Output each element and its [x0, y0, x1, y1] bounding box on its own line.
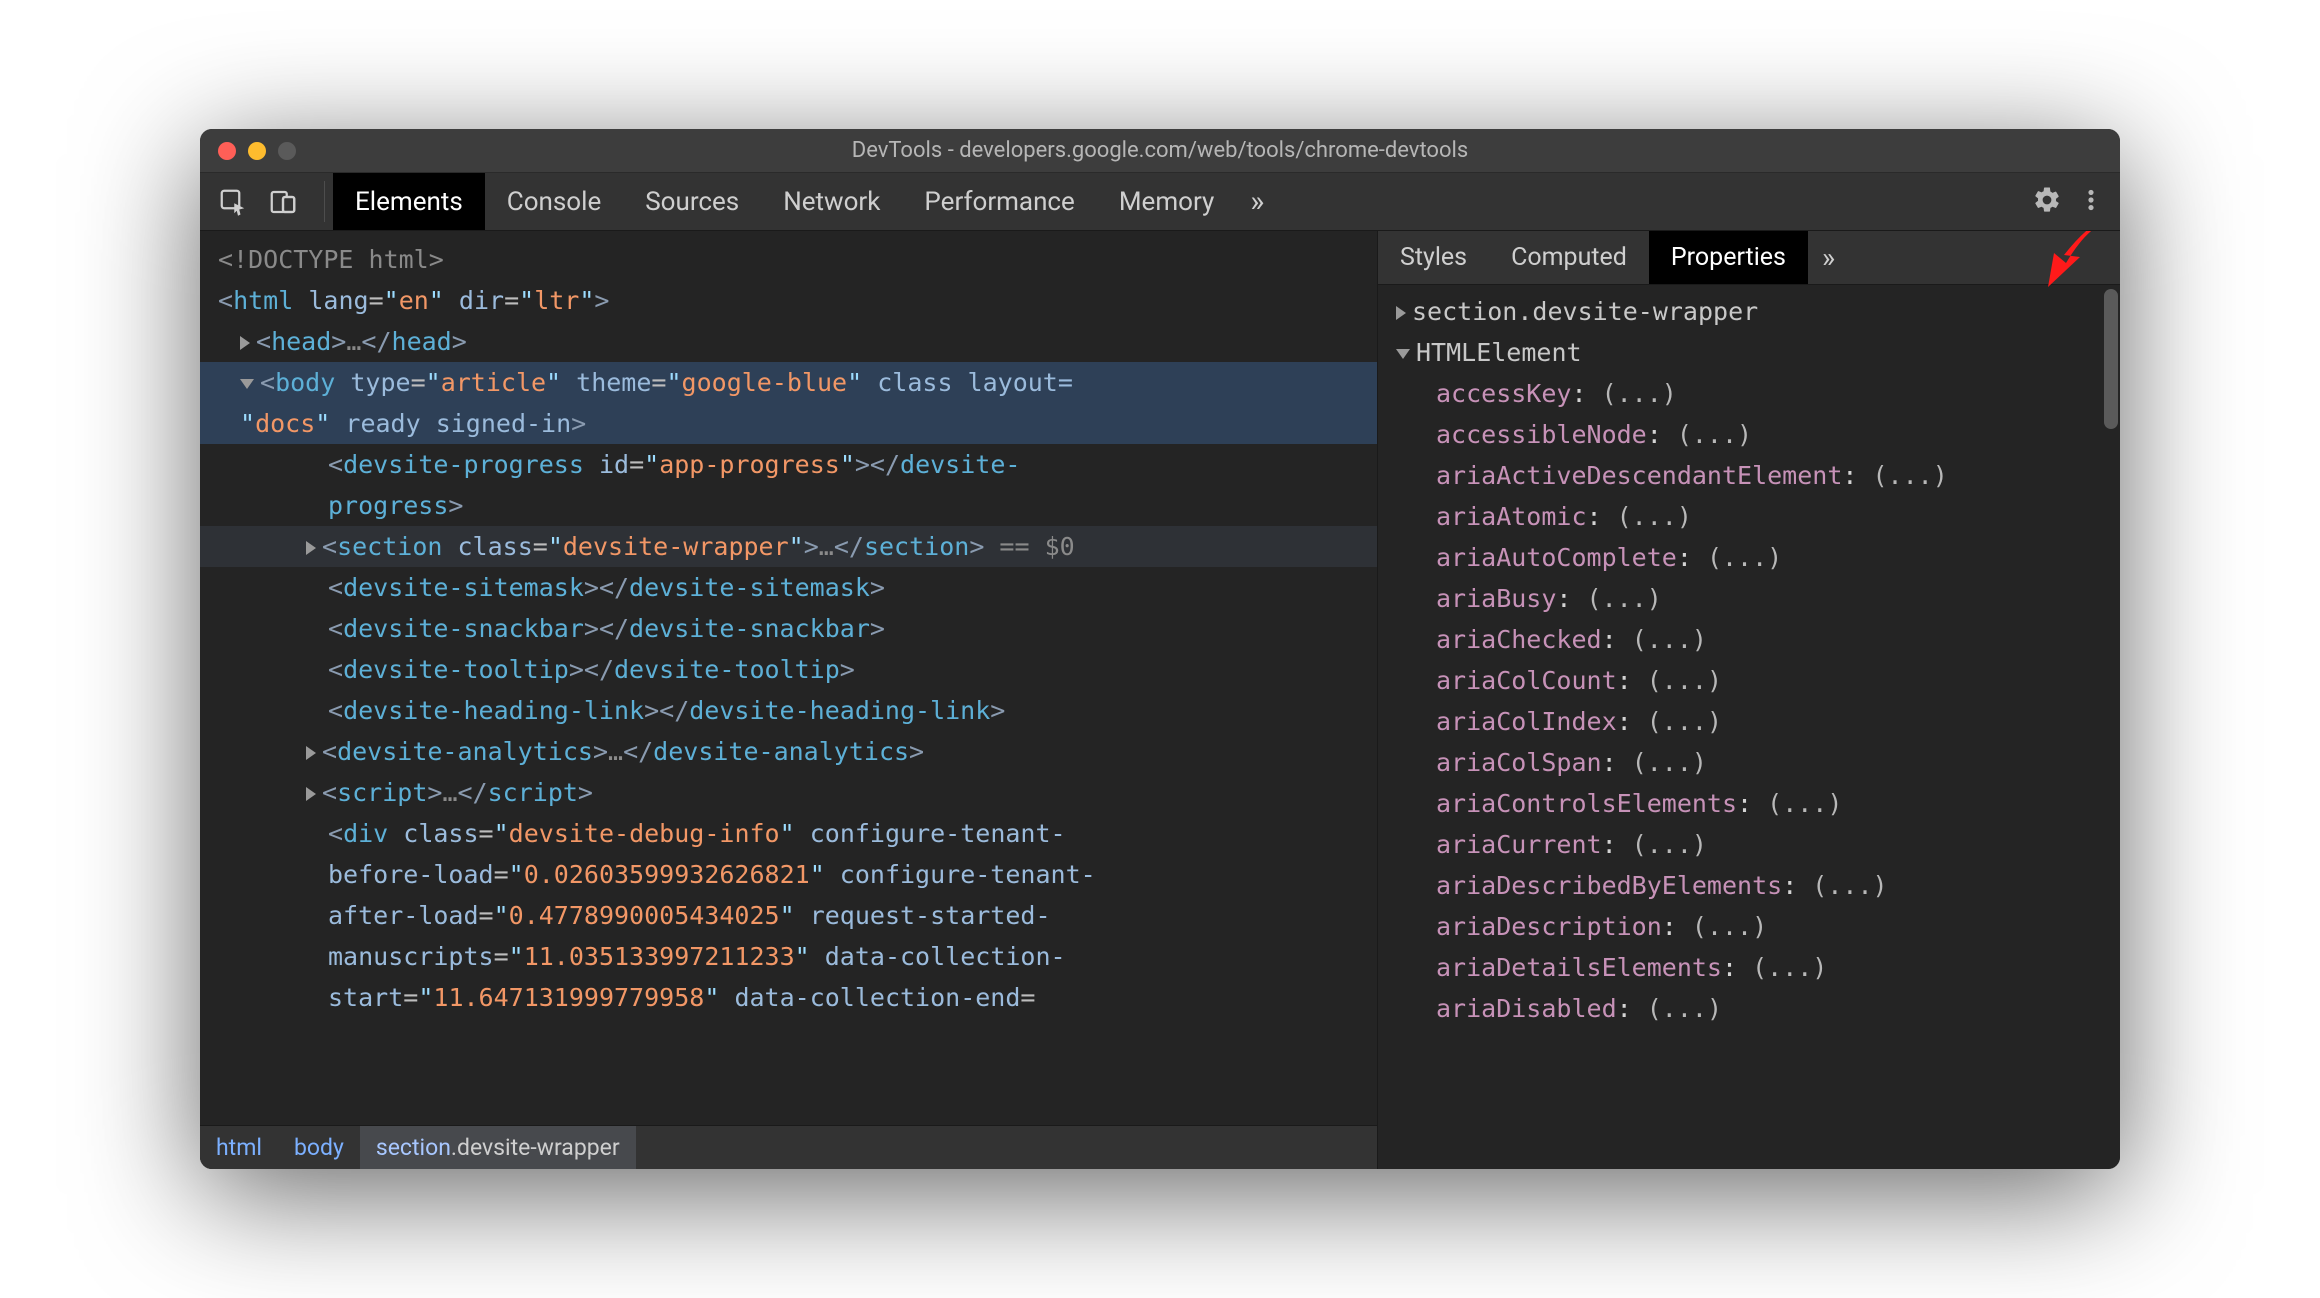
window-title: DevTools - developers.google.com/web/too… — [200, 138, 2120, 163]
content-area: <!DOCTYPE html> <html lang="en" dir="ltr… — [200, 231, 2120, 1169]
prop-entry[interactable]: ariaCurrent: (...) — [1378, 824, 2120, 865]
dom-devsite-sitemask[interactable]: <devsite-sitemask></devsite-sitemask> — [200, 567, 1377, 608]
prop-header[interactable]: section.devsite-wrapper — [1378, 291, 2120, 332]
more-menu-icon[interactable] — [2078, 185, 2104, 219]
prop-entry[interactable]: ariaColSpan: (...) — [1378, 742, 2120, 783]
zoom-window-button[interactable] — [278, 142, 296, 160]
dom-devsite-tooltip[interactable]: <devsite-tooltip></devsite-tooltip> — [200, 649, 1377, 690]
side-tab-styles[interactable]: Styles — [1378, 231, 1489, 284]
device-toolbar-icon[interactable] — [260, 181, 306, 223]
side-tab-properties[interactable]: Properties — [1649, 231, 1808, 284]
prop-entry[interactable]: ariaChecked: (...) — [1378, 619, 2120, 660]
dom-body-open[interactable]: <body type="article" theme="google-blue"… — [200, 362, 1377, 403]
prop-proto[interactable]: HTMLElement — [1378, 332, 2120, 373]
settings-icon[interactable] — [2032, 185, 2062, 219]
dom-devsite-snackbar[interactable]: <devsite-snackbar></devsite-snackbar> — [200, 608, 1377, 649]
scrollbar-thumb[interactable] — [2104, 289, 2118, 429]
dom-debug-div[interactable]: <div class="devsite-debug-info" configur… — [200, 813, 1377, 854]
dom-devsite-progress-close[interactable]: progress> — [200, 485, 1377, 526]
titlebar: DevTools - developers.google.com/web/too… — [200, 129, 2120, 173]
prop-entry[interactable]: ariaDescription: (...) — [1378, 906, 2120, 947]
dom-debug-div-l2[interactable]: before-load="0.02603599932626821" config… — [200, 854, 1377, 895]
side-panel: Styles Computed Properties » section.dev… — [1378, 231, 2120, 1169]
crumb-body[interactable]: body — [278, 1126, 360, 1169]
tab-sources[interactable]: Sources — [623, 173, 761, 230]
prop-entry[interactable]: ariaDescribedByElements: (...) — [1378, 865, 2120, 906]
breadcrumb: html body section.devsite-wrapper — [200, 1125, 1377, 1169]
dom-html-open[interactable]: <html lang="en" dir="ltr"> — [200, 280, 1377, 321]
dom-debug-div-l3[interactable]: after-load="0.4778990005434025" request-… — [200, 895, 1377, 936]
side-tabs-more-icon[interactable]: » — [1808, 231, 1849, 284]
inspect-element-icon[interactable] — [210, 181, 256, 223]
dom-doctype[interactable]: <!DOCTYPE html> — [200, 239, 1377, 280]
dom-tree-pane: <!DOCTYPE html> <html lang="en" dir="ltr… — [200, 231, 1378, 1169]
prop-entry[interactable]: ariaColCount: (...) — [1378, 660, 2120, 701]
tab-memory[interactable]: Memory — [1097, 173, 1236, 230]
crumb-html[interactable]: html — [200, 1126, 278, 1169]
dom-script[interactable]: <script>…</script> — [200, 772, 1377, 813]
tab-network[interactable]: Network — [761, 173, 902, 230]
side-tabs: Styles Computed Properties » — [1378, 231, 2120, 285]
dom-section-selected[interactable]: ••• <section class="devsite-wrapper">…</… — [200, 526, 1377, 567]
prop-entry[interactable]: ariaColIndex: (...) — [1378, 701, 2120, 742]
dom-tree[interactable]: <!DOCTYPE html> <html lang="en" dir="ltr… — [200, 231, 1377, 1125]
main-toolbar: Elements Console Sources Network Perform… — [200, 173, 2120, 231]
dom-devsite-progress[interactable]: <devsite-progress id="app-progress"></de… — [200, 444, 1377, 485]
prop-entry[interactable]: ariaBusy: (...) — [1378, 578, 2120, 619]
tab-elements[interactable]: Elements — [333, 173, 485, 230]
prop-entry[interactable]: ariaAutoComplete: (...) — [1378, 537, 2120, 578]
side-tab-computed[interactable]: Computed — [1489, 231, 1649, 284]
main-tabs: Elements Console Sources Network Perform… — [333, 173, 1236, 230]
prop-entry[interactable]: accessibleNode: (...) — [1378, 414, 2120, 455]
prop-entry[interactable]: ariaControlsElements: (...) — [1378, 783, 2120, 824]
tab-console[interactable]: Console — [485, 173, 623, 230]
minimize-window-button[interactable] — [248, 142, 266, 160]
properties-list[interactable]: section.devsite-wrapper HTMLElement acce… — [1378, 285, 2120, 1169]
dom-body-open-line2[interactable]: "docs" ready signed-in> — [200, 403, 1377, 444]
dom-devsite-analytics[interactable]: <devsite-analytics>…</devsite-analytics> — [200, 731, 1377, 772]
tab-performance[interactable]: Performance — [902, 173, 1096, 230]
dom-debug-div-l4[interactable]: manuscripts="11.035133997211233" data-co… — [200, 936, 1377, 977]
dom-head[interactable]: <head>…</head> — [200, 321, 1377, 362]
prop-entry[interactable]: ariaDetailsElements: (...) — [1378, 947, 2120, 988]
dom-debug-div-l5[interactable]: start="11.647131999779958" data-collecti… — [200, 977, 1377, 1018]
prop-entry[interactable]: ariaActiveDescendantElement: (...) — [1378, 455, 2120, 496]
devtools-window: DevTools - developers.google.com/web/too… — [200, 129, 2120, 1169]
prop-entry[interactable]: ariaDisabled: (...) — [1378, 988, 2120, 1029]
dom-devsite-heading-link[interactable]: <devsite-heading-link></devsite-heading-… — [200, 690, 1377, 731]
main-tabs-more-icon[interactable]: » — [1236, 173, 1278, 230]
prop-entry[interactable]: ariaAtomic: (...) — [1378, 496, 2120, 537]
prop-entry[interactable]: accessKey: (...) — [1378, 373, 2120, 414]
close-window-button[interactable] — [218, 142, 236, 160]
crumb-section[interactable]: section.devsite-wrapper — [360, 1126, 636, 1169]
traffic-lights — [200, 142, 296, 160]
